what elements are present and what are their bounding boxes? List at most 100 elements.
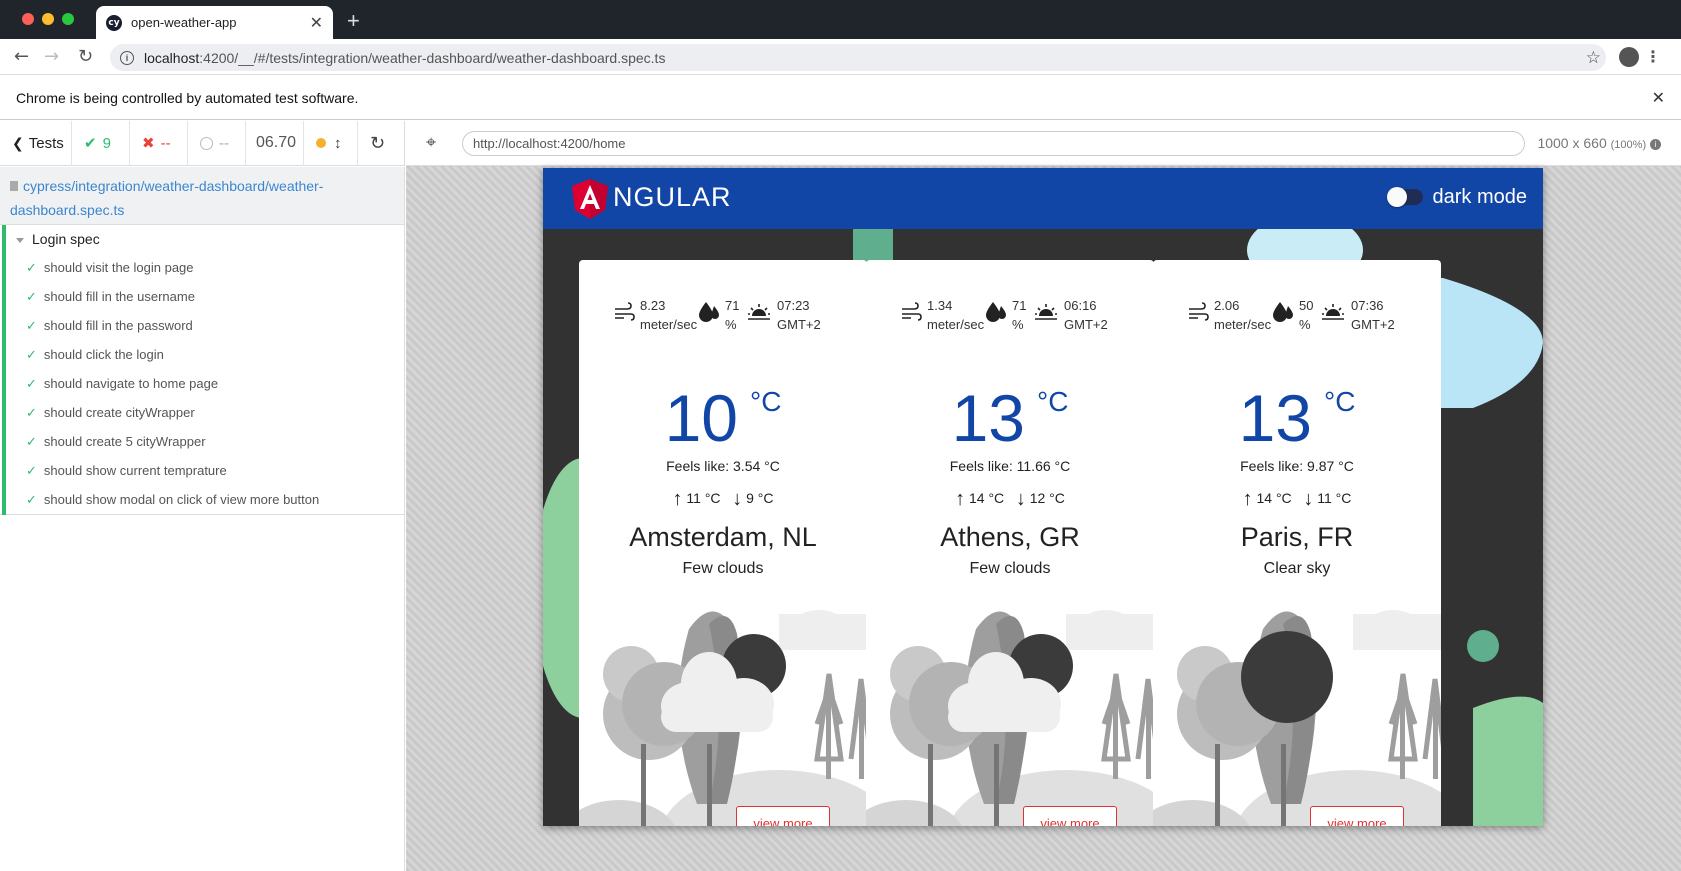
test-item[interactable]: ✓ should create cityWrapper [26, 398, 195, 427]
min-temperature: 12 °C [1029, 490, 1065, 506]
auto-scroll-toggle[interactable]: ↕ [304, 120, 358, 166]
bookmark-star-icon[interactable]: ☆ [1586, 48, 1601, 68]
temperature-value: 13 [1238, 381, 1312, 455]
maximize-window-icon[interactable] [62, 13, 74, 25]
duration-value: 06.70 [256, 134, 297, 151]
info-icon[interactable]: i [1650, 138, 1661, 150]
city-name: Amsterdam, NL [629, 522, 817, 552]
view-more-button[interactable]: view more [1310, 806, 1404, 826]
dark-mode-toggle[interactable] [1387, 187, 1423, 207]
check-icon: ✓ [26, 491, 37, 507]
weather-stats: 1.34 meter/sec 71% 06:16 GMT+2 [866, 296, 1154, 336]
arrow-down-icon: ↓ [732, 488, 743, 510]
x-icon: ✖ [142, 135, 155, 152]
rerun-icon: ↻ [370, 132, 386, 153]
test-item[interactable]: ✓ should navigate to home page [26, 369, 218, 398]
test-item[interactable]: ✓ should create 5 cityWrapper [26, 427, 206, 456]
temperature-value: 13 [951, 381, 1025, 455]
browser-menu-icon[interactable]: ⋮ [1645, 47, 1661, 67]
infobar-text: Chrome is being controlled by automated … [16, 89, 359, 106]
rerun-button[interactable]: ↻ [358, 121, 397, 166]
view-more-button[interactable]: view more [1023, 806, 1117, 826]
address-bar: ← → ↻ i localhost:4200/__/#/tests/integr… [0, 39, 1681, 75]
sunrise-stat: 07:36 GMT+2 [1351, 296, 1395, 334]
arrow-up-icon: ↑ [955, 488, 966, 510]
arrow-down-icon: ↓ [1303, 488, 1314, 510]
passed-indicator-bar [2, 225, 6, 515]
url-host: localhost [144, 49, 200, 66]
arrow-up-icon: ↑ [672, 488, 683, 510]
aut-url-field[interactable]: http://localhost:4200/home [462, 131, 1525, 156]
temperature-value: 10 [664, 381, 738, 455]
wind-stat: 2.06 meter/sec [1214, 296, 1271, 334]
wind-stat: 1.34 meter/sec [927, 296, 984, 334]
min-max-temperature: ↑ 14 °C ↓ 11 °C [1153, 488, 1441, 511]
sunrise-stat: 07:23 GMT+2 [777, 296, 821, 334]
close-window-icon[interactable] [22, 13, 34, 25]
humidity-unit: % [1012, 317, 1024, 332]
forward-arrow-icon[interactable]: → [44, 46, 59, 67]
test-title: should create cityWrapper [43, 405, 195, 420]
weather-description: Few clouds [682, 560, 764, 577]
pending-value: -- [219, 134, 229, 152]
arrow-down-icon: ↓ [1015, 488, 1026, 510]
viewport-zoom: (100%) [1610, 139, 1647, 151]
humidity-stat: 71% [725, 296, 739, 334]
info-icon[interactable]: i [120, 50, 134, 65]
pending-circle-icon [200, 136, 213, 150]
tests-label: Tests [28, 134, 64, 152]
browser-tab[interactable]: cy open-weather-app ✕ [96, 6, 333, 39]
timezone: GMT+2 [1064, 317, 1108, 332]
url-input[interactable]: i localhost:4200/__/#/tests/integration/… [110, 44, 1606, 71]
minimize-window-icon[interactable] [42, 13, 54, 25]
humidity-value: 71 [725, 298, 740, 313]
humidity-drops-icon [986, 302, 1006, 322]
humidity-unit: % [725, 317, 737, 332]
temperature-unit: °C [750, 386, 782, 417]
pending-count: -- [188, 120, 246, 166]
back-arrow-icon[interactable]: ← [14, 46, 29, 67]
humidity-stat: 50% [1299, 296, 1313, 334]
feels-like: Feels like: 3.54 °C [666, 458, 780, 474]
new-tab-icon[interactable]: + [347, 8, 360, 34]
status-dot-icon [316, 138, 326, 148]
app-toolbar: NGULAR dark mode [543, 168, 1543, 229]
tests-back-button[interactable]: ❮ Tests [0, 120, 72, 166]
selector-playground-icon[interactable]: ⌖ [426, 132, 436, 153]
test-item[interactable]: ✓ should fill in the password [26, 311, 193, 340]
wind-unit: meter/sec [640, 317, 698, 332]
weather-illustration [579, 610, 867, 826]
runner-panel-empty [0, 515, 405, 871]
test-item[interactable]: ✓ should show modal on click of view more… [26, 485, 319, 514]
tab-title: open-weather-app [131, 15, 237, 30]
sunrise-icon [1035, 304, 1057, 320]
humidity-value: 71 [1012, 298, 1027, 313]
test-title: should create 5 cityWrapper [43, 434, 206, 449]
humidity-drops-icon [1273, 302, 1293, 322]
viewport-size: 1000 x 660 (100%) i [1537, 135, 1661, 151]
close-infobar-icon[interactable]: ✕ [1652, 88, 1665, 108]
reload-icon[interactable]: ↻ [78, 46, 93, 67]
test-item[interactable]: ✓ should click the login [26, 340, 164, 369]
wind-icon [1189, 302, 1209, 321]
spec-file-link[interactable]: cypress/integration/weather-dashboard/we… [0, 167, 405, 225]
city-name: Paris, FR [1240, 522, 1354, 552]
automation-infobar: Chrome is being controlled by automated … [0, 76, 1681, 120]
test-item[interactable]: ✓ should show current temprature [26, 456, 227, 485]
max-temperature: 14 °C [1256, 490, 1292, 506]
humidity-stat: 71% [1012, 296, 1026, 334]
feels-like: Feels like: 11.66 °C [949, 458, 1071, 474]
file-icon [10, 181, 18, 191]
test-title: should show modal on click of view more … [43, 492, 320, 507]
city-card: 1.34 meter/sec 71% 06:16 GMT+2 13 °C Feels … [866, 260, 1154, 826]
check-icon: ✓ [26, 462, 37, 478]
cypress-favicon-icon: cy [106, 14, 122, 31]
max-temperature: 14 °C [968, 490, 1005, 506]
close-tab-icon[interactable]: ✕ [310, 13, 323, 33]
test-item[interactable]: ✓ should visit the login page [26, 253, 194, 282]
profile-avatar-icon[interactable] [1619, 47, 1639, 67]
suite-title[interactable]: Login spec [16, 231, 100, 247]
view-more-button[interactable]: view more [736, 806, 830, 826]
test-title: should visit the login page [43, 260, 194, 275]
test-item[interactable]: ✓ should fill in the username [26, 282, 195, 311]
